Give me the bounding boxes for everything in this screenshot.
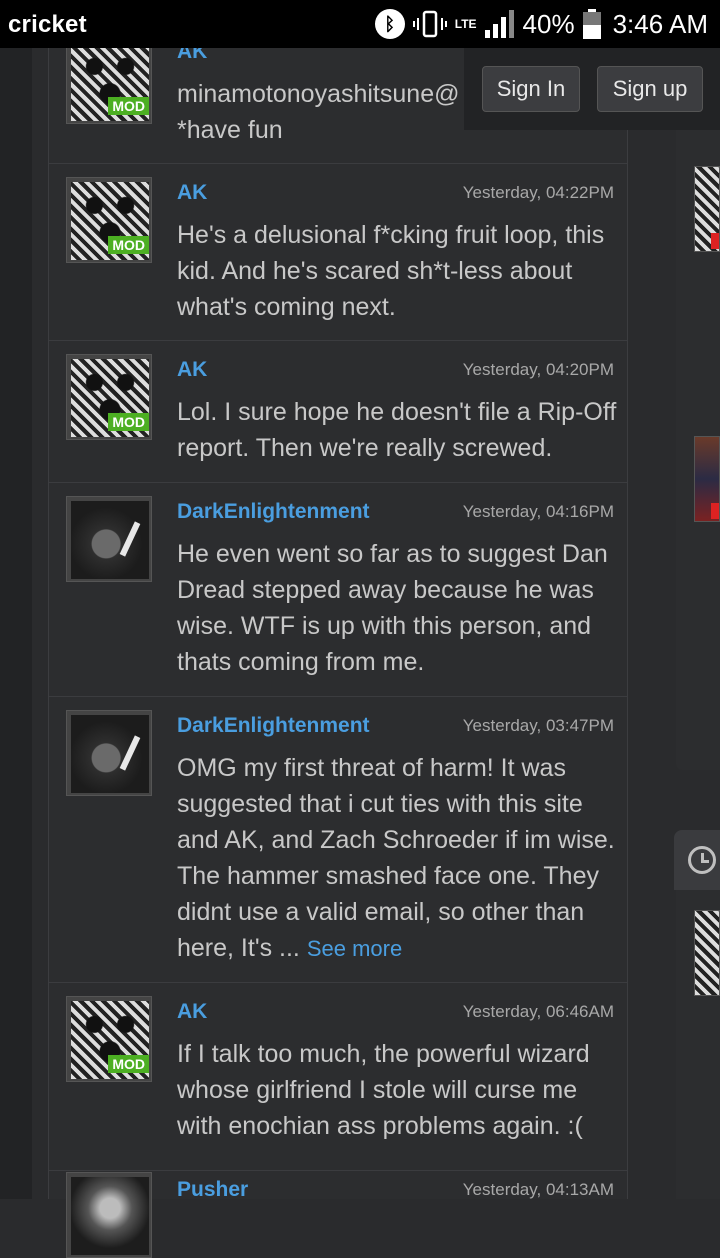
post-timestamp: Yesterday, 04:22PM [462, 183, 614, 202]
mod-badge: MOD [108, 236, 149, 254]
carrier-label: cricket [8, 11, 87, 38]
post-message-text: OMG my first threat of harm! It was sugg… [177, 754, 615, 962]
sidebar-panel [676, 48, 720, 770]
see-more-link[interactable]: See more [307, 936, 402, 961]
post-item: MOD AK Yesterday, 06:46AM If I talk too … [49, 982, 627, 1171]
post-message: minamotonoyashitsune@ *have fun [177, 80, 460, 144]
post-message: Lol. I sure hope he doesn't file a Rip-O… [177, 398, 617, 462]
lte-label: LTE [454, 17, 477, 31]
username-link[interactable]: DarkEnlightenment [177, 714, 370, 738]
avatar[interactable] [66, 1172, 152, 1258]
username-link[interactable]: AK [177, 181, 207, 205]
clock-icon [688, 846, 716, 874]
avatar[interactable] [66, 496, 152, 582]
shoutbox-feed[interactable]: MOD AK Y minamotonoyashitsune@ *have fun… [48, 38, 628, 1258]
post-timestamp: Yesterday, 04:16PM [462, 502, 614, 521]
sidebar-thumbnail[interactable] [694, 166, 720, 252]
status-bar: cricket ᛒ LTE 40% 3:46 AM [0, 0, 720, 48]
sign-up-button[interactable]: Sign up [597, 66, 703, 112]
mod-badge: MOD [108, 1055, 149, 1073]
recent-activity-header[interactable] [674, 830, 720, 890]
post-timestamp: Yesterday, 04:20PM [462, 360, 614, 379]
avatar[interactable] [66, 710, 152, 796]
battery-icon [582, 9, 601, 39]
avatar[interactable]: MOD [66, 996, 152, 1082]
post-timestamp: Yesterday, 03:47PM [462, 716, 614, 735]
post-message: If I talk too much, the powerful wizard … [177, 1040, 590, 1140]
username-link[interactable]: Pusher [177, 1178, 248, 1202]
username-link[interactable]: DarkEnlightenment [177, 500, 370, 524]
post-item: MOD AK Yesterday, 04:22PM He's a delusio… [49, 163, 627, 341]
post-item: DarkEnlightenment Yesterday, 03:47PM OMG… [49, 696, 627, 983]
post-item: Pusher Yesterday, 04:13AM [49, 1170, 627, 1258]
avatar[interactable]: MOD [66, 354, 152, 440]
battery-percent: 40% [522, 8, 575, 39]
mod-badge: MOD [108, 413, 149, 431]
post-item: DarkEnlightenment Yesterday, 04:16PM He … [49, 482, 627, 697]
sidebar-thumbnail[interactable] [694, 436, 720, 522]
username-link[interactable]: AK [177, 358, 207, 382]
post-timestamp: Yesterday, 04:13AM [462, 1180, 614, 1199]
lte-icon: LTE [455, 18, 477, 30]
avatar[interactable]: MOD [66, 38, 152, 124]
post-message: He's a delusional f*cking fruit loop, th… [177, 221, 605, 321]
vibrate-icon [412, 10, 447, 38]
post-message: He even went so far as to suggest Dan Dr… [177, 540, 608, 676]
avatar[interactable]: MOD [66, 177, 152, 263]
post-timestamp: Yesterday, 06:46AM [462, 1002, 614, 1021]
status-clock: 3:46 AM [612, 8, 708, 39]
sign-in-button[interactable]: Sign In [482, 66, 580, 112]
bluetooth-icon: ᛒ [374, 9, 405, 39]
auth-panel: Sign In Sign up [464, 48, 720, 130]
username-link[interactable]: AK [177, 1000, 207, 1024]
post-message: OMG my first threat of harm! It was sugg… [177, 750, 617, 967]
mod-badge: MOD [108, 97, 149, 115]
left-gutter [0, 48, 32, 1199]
sidebar-thumbnail[interactable] [694, 910, 720, 996]
post-item: MOD AK Yesterday, 04:20PM Lol. I sure ho… [49, 340, 627, 483]
signal-icon [484, 10, 515, 38]
